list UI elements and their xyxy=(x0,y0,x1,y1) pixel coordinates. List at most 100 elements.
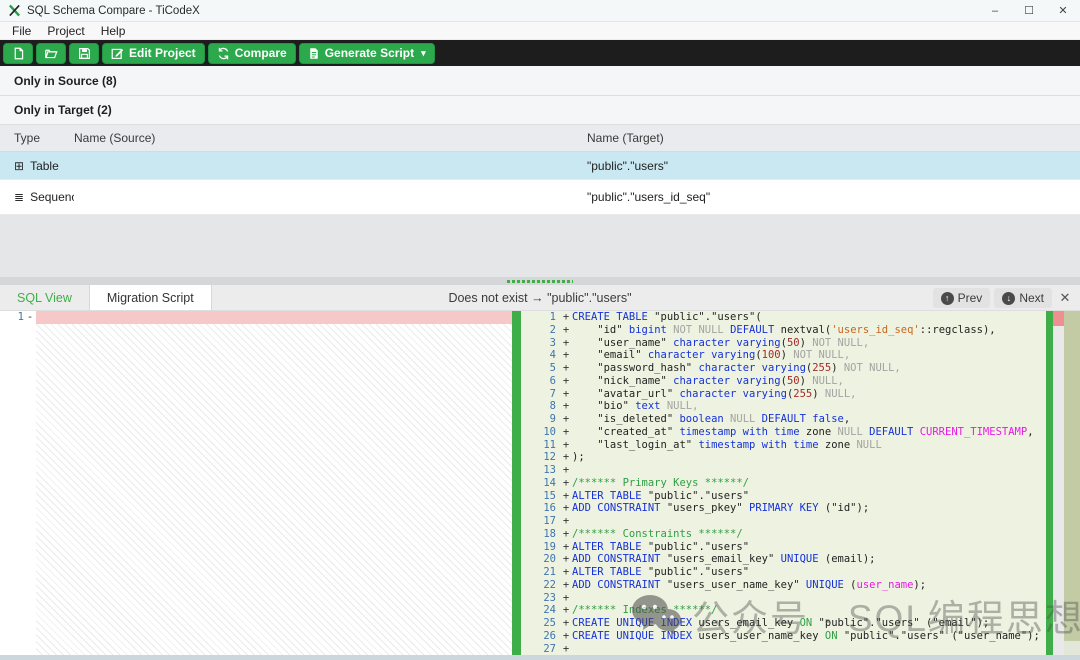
code-line: 9+ "is_deleted" boolean NULL DEFAULT fal… xyxy=(521,413,1046,426)
code-text: "created_at" timestamp with time zone NU… xyxy=(572,426,1046,439)
menu-item-project[interactable]: Project xyxy=(39,24,92,38)
chevron-down-icon: ▾ xyxy=(421,48,426,59)
diff-sign: + xyxy=(560,592,572,605)
line-number: 10 xyxy=(521,426,560,439)
code-line: 19+ALTER TABLE "public"."users" xyxy=(521,541,1046,554)
code-line: 22+ADD CONSTRAINT "users_user_name_key" … xyxy=(521,579,1046,592)
line-number: 19 xyxy=(521,541,560,554)
code-text: "is_deleted" boolean NULL DEFAULT false, xyxy=(572,413,1046,426)
line-number: 2 xyxy=(521,324,560,337)
column-name-target[interactable]: Name (Target) xyxy=(587,131,1080,145)
tab-label: Migration Script xyxy=(107,291,194,305)
compare-button[interactable]: Compare xyxy=(208,43,296,64)
vertical-scrollbar[interactable] xyxy=(1053,311,1064,655)
diff-sign: + xyxy=(560,337,572,350)
minimize-button[interactable]: – xyxy=(978,0,1012,21)
diff-sign: + xyxy=(560,375,572,388)
diff-sign: + xyxy=(560,349,572,362)
arrow-down-circle-icon: ↓ xyxy=(1002,292,1015,305)
section-only-in-source[interactable]: Only in Source (8) xyxy=(0,66,1080,96)
save-project-button[interactable] xyxy=(69,43,99,64)
row-type-cell: ≣Sequence xyxy=(0,190,74,204)
prev-label: Prev xyxy=(958,291,983,305)
diff-left-pane[interactable]: 1 - xyxy=(0,311,512,655)
code-line: 8+ "bio" text NULL, xyxy=(521,400,1046,413)
line-number: 11 xyxy=(521,439,560,452)
line-number: 8 xyxy=(521,400,560,413)
maximize-button[interactable]: ☐ xyxy=(1012,0,1046,21)
scrollbar-corner xyxy=(1064,641,1080,655)
generate-script-button[interactable]: Generate Script ▾ xyxy=(299,43,435,64)
line-number: 17 xyxy=(521,515,560,528)
column-name-source[interactable]: Name (Source) xyxy=(74,131,587,145)
next-diff-button[interactable]: ↓ Next xyxy=(994,288,1052,308)
line-number: 7 xyxy=(521,388,560,401)
line-number: 14 xyxy=(521,477,560,490)
code-line: 16+ADD CONSTRAINT "users_pkey" PRIMARY K… xyxy=(521,502,1046,515)
tab-migration-script[interactable]: Migration Script xyxy=(90,285,212,310)
overview-ruler xyxy=(1064,311,1080,655)
compare-icon xyxy=(217,47,230,60)
code-line: 13+ xyxy=(521,464,1046,477)
arrow-up-circle-icon: ↑ xyxy=(941,292,954,305)
table-empty-area xyxy=(0,215,1080,277)
diff-sign: + xyxy=(560,553,572,566)
compare-table-header: Type Name (Source) Name (Target) xyxy=(0,125,1080,152)
diff-sign: + xyxy=(560,515,572,528)
horizontal-scrollbar[interactable] xyxy=(0,655,1080,660)
panel-splitter[interactable] xyxy=(0,277,1080,285)
left-gutter: 1 - xyxy=(0,311,36,324)
window-title: SQL Schema Compare - TiCodeX xyxy=(27,5,200,17)
code-line: 27+ xyxy=(521,643,1046,656)
code-text: "nick_name" character varying(50) NULL, xyxy=(572,375,1046,388)
diff-sign: + xyxy=(560,324,572,337)
title-bar: SQL Schema Compare - TiCodeX – ☐ ✕ xyxy=(0,0,1080,22)
menu-item-help[interactable]: Help xyxy=(93,24,134,38)
diff-sign: + xyxy=(560,579,572,592)
window-controls: – ☐ ✕ xyxy=(978,0,1080,21)
close-button[interactable]: ✕ xyxy=(1046,0,1080,21)
code-line: 17+ xyxy=(521,515,1046,528)
line-number: 20 xyxy=(521,553,560,566)
removed-line-highlight xyxy=(36,311,512,324)
diff-sign: + xyxy=(560,528,572,541)
line-number: 5 xyxy=(521,362,560,375)
prev-diff-button[interactable]: ↑ Prev xyxy=(933,288,991,308)
table-row[interactable]: ≣Sequence"public"."users_id_seq" xyxy=(0,180,1080,215)
table-row[interactable]: ⊞Table"public"."users" xyxy=(0,152,1080,180)
open-folder-icon xyxy=(44,47,58,60)
code-text: CREATE UNIQUE INDEX users_email_key ON "… xyxy=(572,617,1046,630)
column-type[interactable]: Type xyxy=(0,131,74,145)
diff-sign: + xyxy=(560,630,572,643)
diff-right-pane[interactable]: 1+CREATE TABLE "public"."users"(2+ "id" … xyxy=(521,311,1046,655)
line-number: 21 xyxy=(521,566,560,579)
code-line: 11+ "last_login_at" timestamp with time … xyxy=(521,439,1046,452)
new-project-button[interactable] xyxy=(3,43,33,64)
diff-sign: + xyxy=(560,490,572,503)
script-icon xyxy=(308,47,320,60)
tab-sql-view[interactable]: SQL View xyxy=(0,285,90,310)
edit-project-button[interactable]: Edit Project xyxy=(102,43,205,64)
open-project-button[interactable] xyxy=(36,43,66,64)
close-panel-button[interactable]: ✕ xyxy=(1056,290,1074,306)
code-line: 5+ "password_hash" character varying(255… xyxy=(521,362,1046,375)
code-line: 3+ "user_name" character varying(50) NOT… xyxy=(521,337,1046,350)
line-number: 6 xyxy=(521,375,560,388)
line-number: 23 xyxy=(521,592,560,605)
code-line: 26+CREATE UNIQUE INDEX users_user_name_k… xyxy=(521,630,1046,643)
diff-sign: + xyxy=(560,362,572,375)
line-number: 1 xyxy=(521,311,560,324)
line-number: 16 xyxy=(521,502,560,515)
code-text: ADD CONSTRAINT "users_email_key" UNIQUE … xyxy=(572,553,1046,566)
section-only-in-target[interactable]: Only in Target (2) xyxy=(0,96,1080,125)
line-number: 9 xyxy=(521,413,560,426)
diff-sign: + xyxy=(560,566,572,579)
menu-item-file[interactable]: File xyxy=(4,24,39,38)
menu-bar: FileProjectHelp xyxy=(0,22,1080,40)
edit-icon xyxy=(111,47,124,60)
diff-sign: + xyxy=(560,413,572,426)
code-line: 21+ALTER TABLE "public"."users" xyxy=(521,566,1046,579)
code-line: 10+ "created_at" timestamp with time zon… xyxy=(521,426,1046,439)
diff-sign: + xyxy=(560,643,572,656)
diff-sign: + xyxy=(560,502,572,515)
